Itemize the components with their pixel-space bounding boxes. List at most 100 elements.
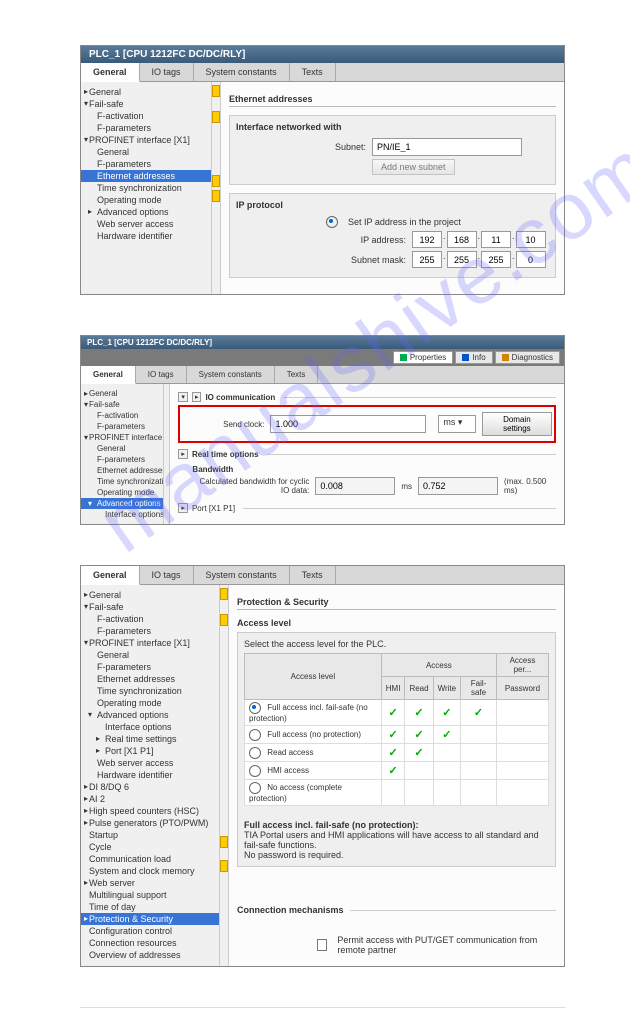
tree-item[interactable]: Communication load (81, 853, 219, 865)
octet[interactable] (447, 251, 477, 268)
tree-item[interactable]: Ethernet addresses (81, 465, 163, 476)
octet[interactable] (447, 231, 477, 248)
tree-item[interactable]: Web server (81, 877, 219, 889)
tree-item[interactable]: Advanced options (81, 498, 163, 509)
tree-item[interactable]: Cycle (81, 841, 219, 853)
tab-texts[interactable]: Texts (290, 566, 336, 584)
octet[interactable] (412, 231, 442, 248)
tree-item[interactable]: Real time settings (81, 733, 219, 745)
expand-icon[interactable]: ▸ (178, 449, 188, 459)
tab-texts[interactable]: Texts (275, 366, 319, 383)
octet[interactable] (481, 231, 511, 248)
tree-item[interactable]: General (81, 443, 163, 454)
tree-item[interactable]: Interface options (81, 721, 219, 733)
tree-item[interactable]: Fail-safe (81, 98, 211, 110)
tree-item[interactable]: General (81, 388, 163, 399)
tab-general[interactable]: General (81, 566, 140, 585)
tree-item[interactable]: Web server access (81, 757, 219, 769)
tree-item[interactable]: Ethernet addresses (81, 170, 211, 182)
tree-item[interactable]: AI 2 (81, 793, 219, 805)
tree-item[interactable]: Operating mode (81, 487, 163, 498)
octet[interactable] (516, 251, 546, 268)
tree-item[interactable]: F-parameters (81, 661, 219, 673)
send-clock-input[interactable] (270, 415, 426, 433)
collapse-icon[interactable]: ▾ (178, 392, 188, 402)
tree-item[interactable]: Advanced options (81, 709, 219, 721)
tree-item[interactable]: F-activation (81, 410, 163, 421)
tree-item[interactable]: Ethernet addresses (81, 673, 219, 685)
tree-item[interactable]: Hardware identifier (81, 230, 211, 242)
tree-item[interactable]: General (81, 589, 219, 601)
tree-item[interactable]: F-parameters (81, 122, 211, 134)
nav-tree[interactable]: GeneralFail-safeF-activationF-parameters… (81, 585, 220, 966)
access-radio[interactable] (249, 747, 261, 759)
tree-item[interactable]: Connection resources (81, 937, 219, 949)
tree-item[interactable]: Operating mode (81, 697, 219, 709)
nav-tree[interactable]: GeneralFail-safeF-activationF-parameters… (81, 384, 164, 524)
tree-item[interactable]: F-parameters (81, 421, 163, 432)
tab-io-tags[interactable]: IO tags (136, 366, 187, 383)
tree-item[interactable]: Time synchronization (81, 476, 163, 487)
access-radio[interactable] (249, 729, 261, 741)
tab-info[interactable]: Info (455, 351, 492, 364)
tree-item[interactable]: Fail-safe (81, 601, 219, 613)
tab-system-constants[interactable]: System constants (194, 566, 290, 584)
octet[interactable] (516, 231, 546, 248)
permit-putget-checkbox[interactable] (317, 939, 327, 951)
tab-system-constants[interactable]: System constants (194, 63, 290, 81)
tree-item[interactable]: F-parameters (81, 625, 219, 637)
tree-item[interactable]: Time synchronization (81, 685, 219, 697)
radio-set-ip[interactable] (326, 216, 338, 228)
ip-address-input[interactable]: ... (412, 231, 546, 248)
tree-item[interactable]: F-parameters (81, 158, 211, 170)
access-radio[interactable] (249, 765, 261, 777)
access-radio[interactable] (249, 702, 261, 714)
tree-item[interactable]: DI 8/DQ 6 (81, 781, 219, 793)
tree-item[interactable]: PROFINET interface [X1] (81, 432, 163, 443)
octet[interactable] (412, 251, 442, 268)
tree-item[interactable]: High speed counters (HSC) (81, 805, 219, 817)
tab-system-constants[interactable]: System constants (187, 366, 275, 383)
tree-item[interactable]: Multilingual support (81, 889, 219, 901)
tree-item[interactable]: F-activation (81, 110, 211, 122)
tree-item[interactable]: Hardware identifier (81, 769, 219, 781)
tab-diagnostics[interactable]: Diagnostics (495, 351, 560, 364)
tree-item[interactable]: Time of day (81, 901, 219, 913)
tree-item[interactable]: General (81, 649, 219, 661)
subnet-mask-input[interactable]: ... (412, 251, 546, 268)
tree-item[interactable]: Protection & Security (81, 913, 219, 925)
tree-item[interactable]: PROFINET interface [X1] (81, 134, 211, 146)
tab-general[interactable]: General (81, 63, 140, 82)
tree-item[interactable]: System and clock memory (81, 865, 219, 877)
tree-item[interactable]: F-activation (81, 613, 219, 625)
tree-item[interactable]: General (81, 146, 211, 158)
unit-select[interactable]: ms ▾ (438, 415, 475, 433)
nav-tree[interactable]: GeneralFail-safeF-activationF-parameters… (81, 82, 212, 294)
tab-properties[interactable]: Properties (393, 351, 453, 364)
tree-item[interactable]: Configuration control (81, 925, 219, 937)
tree-item[interactable]: PROFINET interface [X1] (81, 637, 219, 649)
tree-item[interactable]: Web server access (81, 218, 211, 230)
tree-item[interactable]: Port [X1 P1] (81, 745, 219, 757)
access-radio[interactable] (249, 782, 261, 794)
expand-icon[interactable]: ▸ (192, 392, 202, 402)
tab-texts[interactable]: Texts (290, 63, 336, 81)
add-subnet-button[interactable]: Add new subnet (372, 159, 455, 175)
subnet-input[interactable] (372, 138, 522, 156)
tree-item[interactable]: Overview of addresses (81, 949, 219, 961)
tab-io-tags[interactable]: IO tags (140, 63, 194, 81)
tab-io-tags[interactable]: IO tags (140, 566, 194, 584)
tree-item[interactable]: General (81, 86, 211, 98)
tree-item[interactable]: Fail-safe (81, 399, 163, 410)
octet[interactable] (481, 251, 511, 268)
tree-item[interactable]: Startup (81, 829, 219, 841)
tree-item[interactable]: Operating mode (81, 194, 211, 206)
expand-icon[interactable]: ▸ (178, 503, 188, 513)
tree-item[interactable]: Pulse generators (PTO/PWM) (81, 817, 219, 829)
tree-item[interactable]: Interface options (81, 509, 163, 520)
domain-settings-button[interactable]: Domain settings (482, 412, 552, 436)
tab-general[interactable]: General (81, 366, 136, 384)
tree-item[interactable]: Time synchronization (81, 182, 211, 194)
tree-item[interactable]: F-parameters (81, 454, 163, 465)
tree-item[interactable]: Advanced options (81, 206, 211, 218)
